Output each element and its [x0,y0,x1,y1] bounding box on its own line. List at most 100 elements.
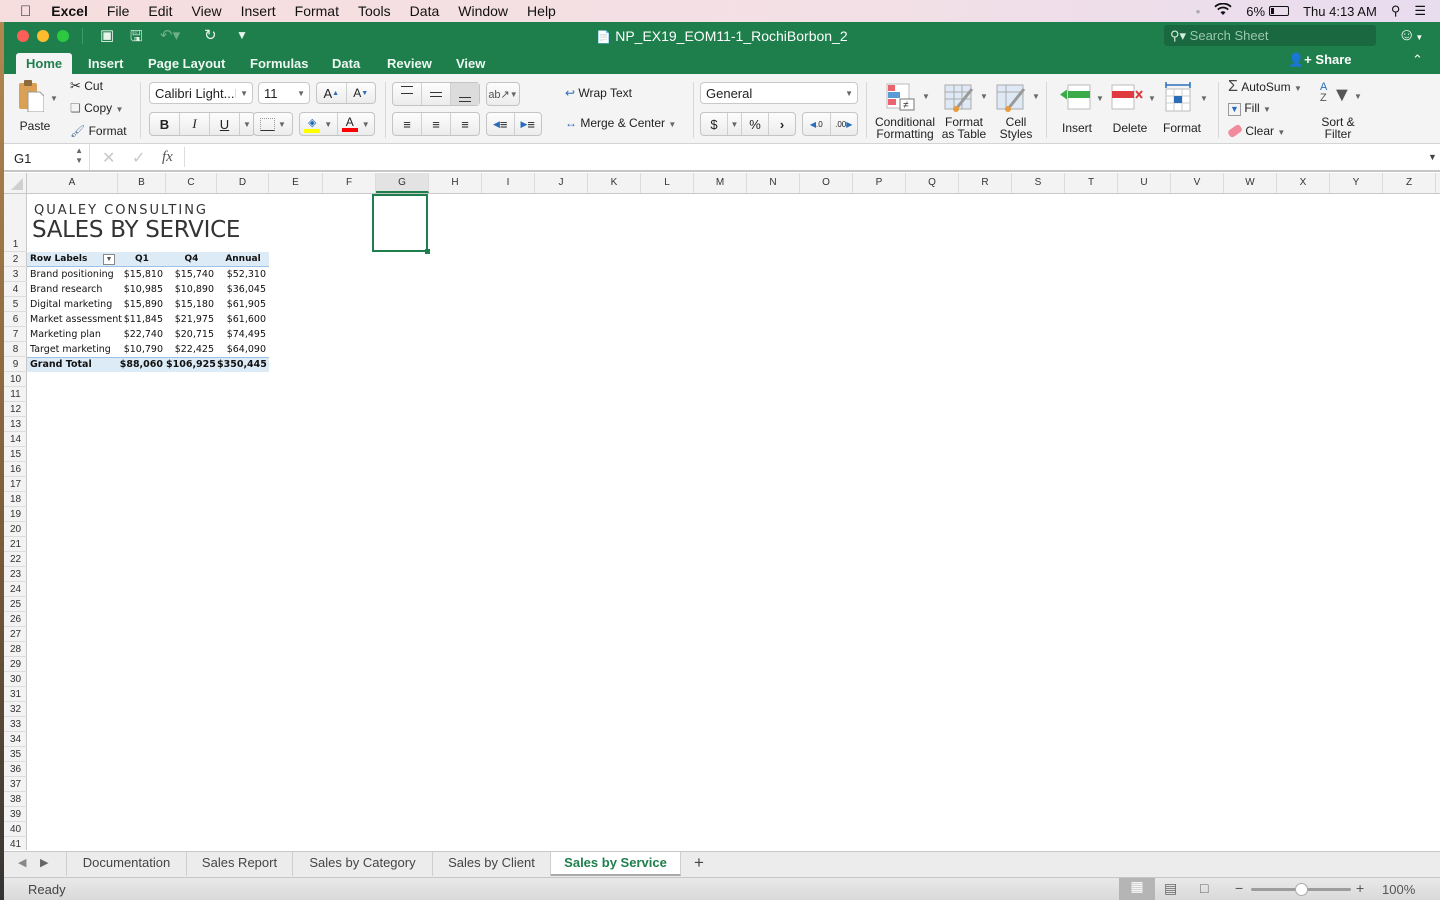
sheet-tab-sales-report[interactable]: Sales Report [187,852,293,876]
sidebar-toggle-icon[interactable]: ▣ [100,26,114,44]
pivot-cell[interactable]: $61,905 [217,297,266,312]
menu-app-name[interactable]: Excel [51,3,88,19]
row-header-27[interactable]: 27 [4,627,27,642]
row-header-25[interactable]: 25 [4,597,27,612]
column-header-c[interactable]: C [166,173,217,193]
spotlight-search-icon[interactable]: ⚲ [1391,3,1401,19]
row-header-41[interactable]: 41 [4,837,27,852]
pivot-cell[interactable]: $15,740 [166,267,214,282]
pivot-cell[interactable]: $15,180 [166,297,214,312]
column-header-o[interactable]: O [800,173,853,193]
menu-insert[interactable]: Insert [241,3,276,19]
save-icon[interactable]: 🖫 [130,26,143,51]
zoom-slider-knob[interactable] [1295,883,1308,896]
align-center-button[interactable]: ≡ [422,113,451,135]
share-button[interactable]: 👤+ Share [1288,52,1352,68]
row-header-11[interactable]: 11 [4,387,27,402]
bold-button[interactable]: B [150,113,180,135]
pivot-cell[interactable]: $11,845 [118,312,163,327]
pivot-cell[interactable]: $10,890 [166,282,214,297]
pivot-total-cell[interactable]: $106,925 [166,357,216,372]
font-color-button[interactable]: A ▼ [338,113,375,135]
row-header-24[interactable]: 24 [4,582,27,597]
format-painter-button[interactable]: 🖌 Format [70,124,127,138]
row-header-17[interactable]: 17 [4,477,27,492]
zoom-window-button[interactable] [57,30,69,42]
column-header-l[interactable]: L [641,173,694,193]
autosum-button[interactable]: Σ AutoSum ▼ [1228,78,1302,96]
zoom-in-button[interactable]: + [1356,880,1364,896]
column-header-y[interactable]: Y [1330,173,1383,193]
cell-styles-button[interactable]: ▼ Cell Styles [990,80,1042,142]
tab-view[interactable]: View [446,53,495,74]
search-sheet-input[interactable]: ⚲▾ Search Sheet [1164,25,1376,46]
column-header-v[interactable]: V [1171,173,1224,193]
pivot-cell[interactable]: $15,810 [118,267,163,282]
column-header-j[interactable]: J [535,173,588,193]
tab-insert[interactable]: Insert [78,53,133,74]
pivot-cell[interactable]: $20,715 [166,327,214,342]
cut-button[interactable]: ✂ Cut [70,78,103,94]
menu-tools[interactable]: Tools [358,3,391,19]
row-header-38[interactable]: 38 [4,792,27,807]
tab-home[interactable]: Home [16,53,73,74]
pivot-cell[interactable]: Digital marketing [30,297,112,312]
column-header-e[interactable]: E [269,173,323,193]
bluetooth-icon[interactable]: • [1196,4,1201,19]
column-header-w[interactable]: W [1224,173,1277,193]
pivot-cell[interactable]: Brand positioning [30,267,114,282]
name-box-stepper[interactable]: ▲ ▼ [75,146,83,166]
column-header-a[interactable]: A [27,173,118,193]
column-header-u[interactable]: U [1118,173,1171,193]
menu-file[interactable]: File [107,3,130,19]
row-header-28[interactable]: 28 [4,642,27,657]
row-header-30[interactable]: 30 [4,672,27,687]
cancel-icon[interactable]: ✕ [102,148,115,168]
add-sheet-button[interactable]: + [694,853,704,873]
column-header-p[interactable]: P [853,173,906,193]
column-header-m[interactable]: M [694,173,747,193]
column-header-b[interactable]: B [118,173,166,193]
decrease-decimal-button[interactable]: .00 ▶ [831,113,858,135]
menu-edit[interactable]: Edit [148,3,172,19]
select-all-button[interactable] [4,173,27,193]
row-header-16[interactable]: 16 [4,462,27,477]
column-header-q[interactable]: Q [906,173,959,193]
tab-review[interactable]: Review [377,53,442,74]
tab-page-layout[interactable]: Page Layout [138,53,235,74]
row-header-23[interactable]: 23 [4,567,27,582]
delete-cells-button[interactable]: ▼ Delete [1106,80,1156,134]
row-header-19[interactable]: 19 [4,507,27,522]
comma-style-button[interactable]: › [769,113,795,135]
prev-sheet-icon[interactable]: ◀ [18,856,26,869]
pivot-total-cell[interactable]: Grand Total [30,357,92,372]
format-cells-button[interactable]: ▼ Format [1158,80,1210,134]
pivot-cell[interactable]: $74,495 [217,327,266,342]
column-header-x[interactable]: X [1277,173,1330,193]
row-header-32[interactable]: 32 [4,702,27,717]
normal-view-button[interactable]: ▦ [1119,878,1155,900]
row-header-12[interactable]: 12 [4,402,27,417]
pivot-cell[interactable]: $61,600 [217,312,266,327]
row-header-1[interactable]: 1 [4,194,27,252]
battery-icon[interactable] [1269,6,1290,16]
row-header-26[interactable]: 26 [4,612,27,627]
column-header-t[interactable]: T [1065,173,1118,193]
pivot-total-cell[interactable]: $88,060 [118,357,163,372]
row-header-10[interactable]: 10 [4,372,27,387]
row-header-21[interactable]: 21 [4,537,27,552]
column-header-z[interactable]: Z [1383,173,1436,193]
row-header-40[interactable]: 40 [4,822,27,837]
feedback-smiley-icon[interactable]: ☺▼ [1398,25,1423,45]
fill-handle[interactable] [425,249,430,254]
page-layout-view-button[interactable]: ▤ [1164,880,1177,897]
row-header-15[interactable]: 15 [4,447,27,462]
row-header-5[interactable]: 5 [4,297,27,312]
column-header-s[interactable]: S [1012,173,1065,193]
tab-formulas[interactable]: Formulas [240,53,319,74]
tab-data[interactable]: Data [322,53,370,74]
align-right-button[interactable]: ≡ [451,113,479,135]
align-bottom-button[interactable] [451,83,479,105]
menu-data[interactable]: Data [410,3,440,19]
collapse-ribbon-icon[interactable]: ⌃ [1412,52,1423,68]
